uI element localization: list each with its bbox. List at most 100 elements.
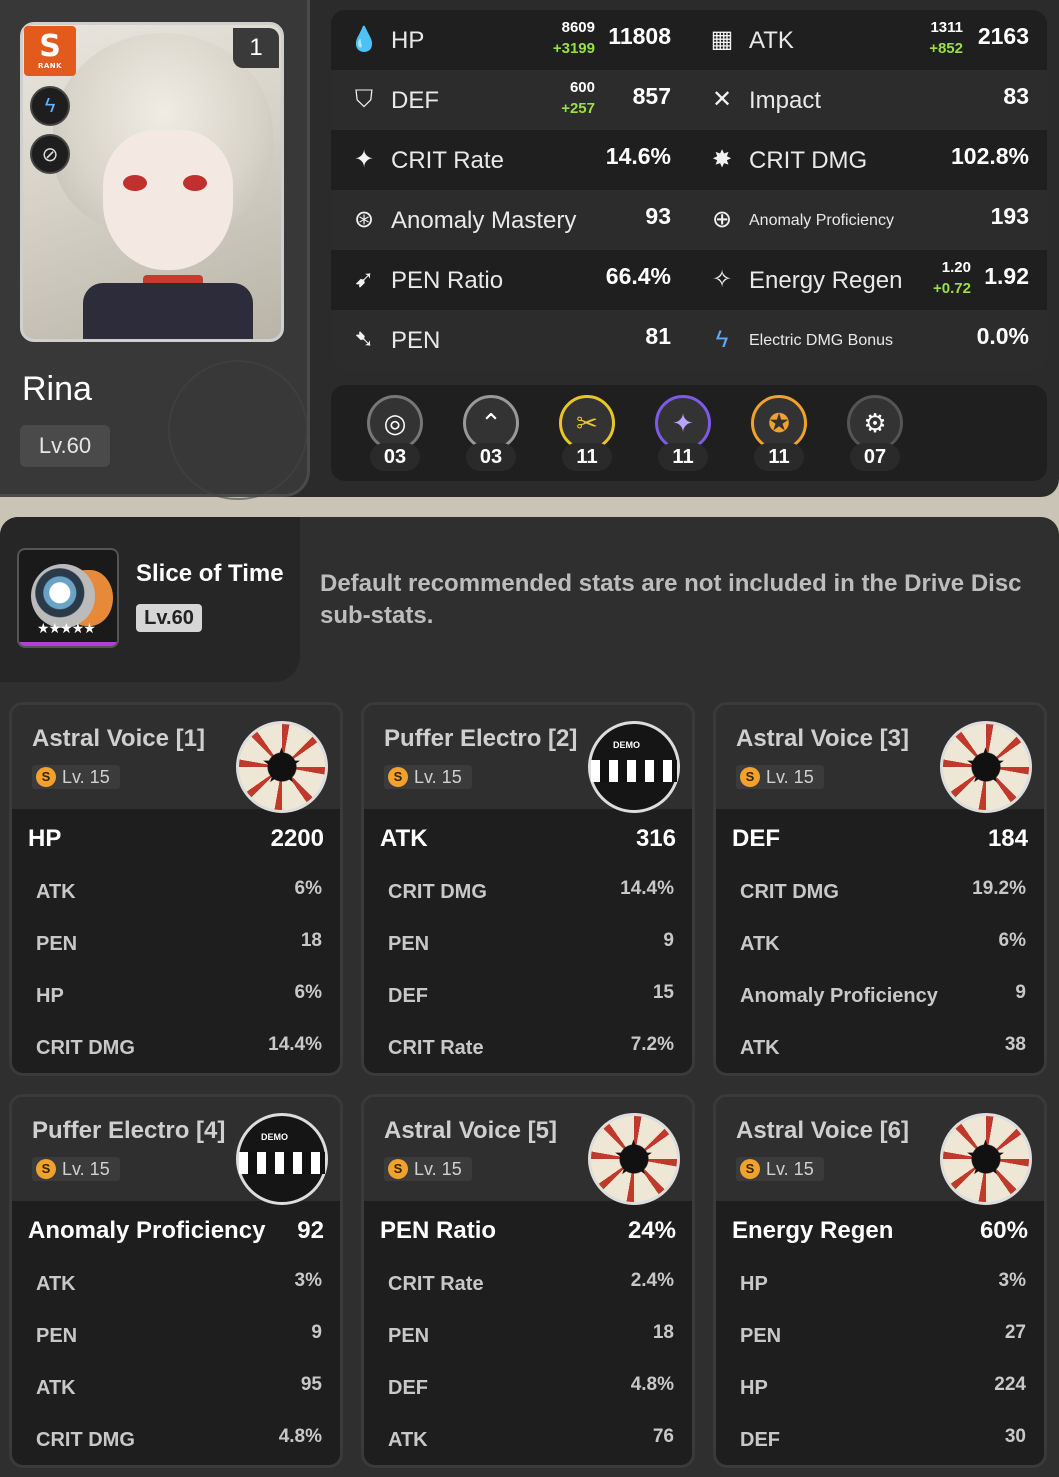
stat-energy-regen: ✧ Energy Regen 1.20 +0.72 1.92: [689, 250, 1047, 310]
crit-dmg-icon: ✸: [711, 146, 733, 173]
disc-substat-label: PEN: [740, 1325, 782, 1347]
stat-pen-ratio: ➹ PEN Ratio 66.4%: [331, 250, 689, 310]
stat-row: ⊛ Anomaly Mastery 93 ⊕ Anomaly Proficien…: [331, 190, 1047, 250]
disc-substat-label: CRIT Rate: [388, 1273, 484, 1295]
drive-disc-card[interactable]: Puffer Electro [4] S Lv. 15 DEMO Anomaly Pro…: [9, 1094, 343, 1468]
disc-substat-value: 9: [311, 1322, 322, 1343]
energy-regen-icon: ✧: [711, 266, 733, 293]
electric-icon: ϟ: [30, 86, 70, 126]
stat-row: 💧 HP 8609 +3199 11808 ▦ ATK 1311 +852 21…: [331, 10, 1047, 70]
faction-emblem: [168, 360, 308, 500]
disc-substat-label: HP: [740, 1273, 768, 1295]
disc-substat-label: CRIT DMG: [740, 881, 839, 903]
disc-substat-label: DEF: [388, 985, 428, 1007]
disc-art-icon: ★: [940, 721, 1032, 813]
disc-substat-value: 3%: [294, 1270, 322, 1291]
disc-substat-value: 7.2%: [630, 1034, 674, 1055]
disc-main-value: 316: [635, 825, 676, 852]
set-count: 07: [850, 443, 900, 471]
mindscape-count: 1: [233, 28, 279, 68]
character-name: Rina: [22, 370, 92, 408]
disc-substat-label: DEF: [740, 1429, 780, 1451]
disc-level: S Lv. 15: [32, 1157, 120, 1181]
stat-electric-dmg: ϟ Electric DMG Bonus 0.0%: [689, 310, 1047, 370]
stat-pen: ➷ PEN 81: [331, 310, 689, 370]
disc-level: S Lv. 15: [736, 1157, 824, 1181]
stat-anomaly-mastery: ⊛ Anomaly Mastery 93: [331, 190, 689, 250]
set-count: 11: [754, 443, 804, 471]
hp-icon: 💧: [349, 26, 379, 53]
stats-panel: 💧 HP 8609 +3199 11808 ▦ ATK 1311 +852 21…: [331, 10, 1047, 370]
disc-substat-label: CRIT DMG: [36, 1037, 135, 1059]
def-icon: ⛉: [355, 86, 373, 113]
disc-art-icon: DEMO: [588, 721, 680, 813]
drive-disc-card[interactable]: Puffer Electro [2] S Lv. 15 DEMO ATK 316 CRIT …: [361, 702, 695, 1076]
disc-level: S Lv. 15: [736, 765, 824, 789]
disc-substat-value: 6%: [294, 982, 322, 1003]
disc-level: S Lv. 15: [384, 765, 472, 789]
disc-substat-value: 95: [300, 1374, 322, 1395]
disc-level: S Lv. 15: [384, 1157, 472, 1181]
disc-substat-label: ATK: [36, 1377, 76, 1399]
wengine-name: Slice of Time: [136, 560, 284, 587]
disc-substat-value: 14.4%: [268, 1034, 322, 1055]
disc-substat-label: PEN: [388, 933, 430, 955]
disc-name: Puffer Electro [4]: [32, 1117, 226, 1144]
anomaly-mastery-icon: ⊛: [353, 206, 375, 233]
disc-substat-label: ATK: [740, 1037, 780, 1059]
disc-substat-label: PEN: [36, 1325, 78, 1347]
disc-substat-label: ATK: [36, 1273, 76, 1295]
disc-substat-value: 6%: [294, 878, 322, 899]
set-count: 11: [562, 443, 612, 471]
disc-substat-value: 38: [1004, 1034, 1026, 1055]
stat-impact: ✕ Impact 83: [689, 70, 1047, 130]
drive-disc-card[interactable]: Astral Voice [1] S Lv. 15 ★ HP 2200 ATK 6% PEN 18…: [9, 702, 343, 1076]
disc-main-value: 24%: [627, 1217, 676, 1244]
disc-art-icon: ★: [940, 1113, 1032, 1205]
set-count: 03: [466, 443, 516, 471]
star-icons: ★★★★★: [37, 620, 96, 636]
disc-substat-value: 9: [1015, 982, 1026, 1003]
disc-main-stat: PEN Ratio: [380, 1217, 497, 1244]
disc-substat-value: 18: [300, 930, 322, 951]
disc-substat-value: 6%: [998, 930, 1026, 951]
rank-s-icon: S: [36, 1159, 56, 1179]
disc-art-icon: ★: [236, 721, 328, 813]
stat-row: ⛉ DEF 600 +257 857 ✕ Impact 83: [331, 70, 1047, 130]
disc-art-icon: DEMO: [236, 1113, 328, 1205]
disc-substat-value: 27: [1004, 1322, 1026, 1343]
anomaly-icon: ⊘: [30, 134, 70, 174]
disc-substat-label: PEN: [388, 1325, 430, 1347]
disc-substat-label: CRIT DMG: [36, 1429, 135, 1451]
rank-sub: RANK: [37, 62, 63, 70]
drive-disc-card[interactable]: Astral Voice [3] S Lv. 15 ★ DEF 184 CRIT DMG 19…: [713, 702, 1047, 1076]
disc-substat-value: 224: [994, 1374, 1026, 1395]
disc-substat-value: 4.8%: [630, 1374, 674, 1395]
pen-icon: ➷: [353, 326, 375, 353]
disc-substat-label: ATK: [36, 881, 76, 903]
electric-dmg-icon: ϟ: [715, 326, 729, 353]
disc-name: Puffer Electro [2]: [384, 725, 578, 752]
disc-main-stat: DEF: [732, 825, 780, 852]
rank-badge: S RANK: [24, 26, 76, 76]
set-counts-panel: ◎ 03 ⌃ 03 ✂ 11 ✦ 11 ✪ 11 ⚙ 07: [331, 385, 1047, 481]
rank-s-icon: S: [388, 1159, 408, 1179]
stat-anomaly-proficiency: ⊕ Anomaly Proficiency 193: [689, 190, 1047, 250]
disc-substat-value: 4.8%: [278, 1426, 322, 1447]
rank-s-icon: S: [36, 767, 56, 787]
wengine-level: Lv.60: [136, 604, 202, 632]
disc-substat-label: HP: [740, 1377, 768, 1399]
crit-rate-icon: ✦: [353, 146, 375, 173]
disc-name: Astral Voice [6]: [736, 1117, 909, 1144]
stat-hp: 💧 HP 8609 +3199 11808: [349, 19, 671, 57]
drive-disc-card[interactable]: Astral Voice [6] S Lv. 15 ★ Energy Regen 60% H…: [713, 1094, 1047, 1468]
stat-def: ⛉ DEF 600 +257 857: [331, 70, 689, 130]
drive-disc-card[interactable]: Astral Voice [5] S Lv. 15 ★ PEN Ratio 24% CRIT…: [361, 1094, 695, 1468]
stat-crit-dmg: ✸ CRIT DMG 102.8%: [689, 130, 1047, 190]
stat-row: ✦ CRIT Rate 14.6% ✸ CRIT DMG 102.8%: [331, 130, 1047, 190]
disc-main-value: 92: [297, 1217, 324, 1244]
disc-substat-value: 9: [663, 930, 674, 951]
rank-s-icon: S: [740, 767, 760, 787]
rank-s-icon: S: [388, 767, 408, 787]
disc-substat-label: ATK: [740, 933, 780, 955]
